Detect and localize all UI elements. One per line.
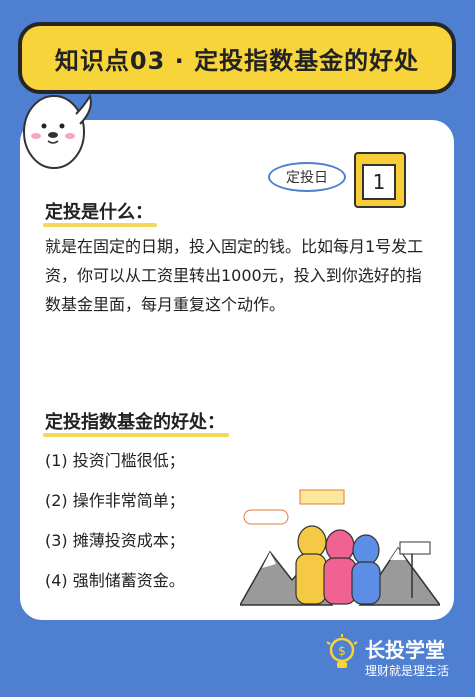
benefit-item: (1) 投资门槛很低；	[45, 451, 185, 470]
lightbulb-icon: $	[326, 634, 358, 668]
calendar-day: 1	[362, 164, 396, 200]
benefit-item: (4) 强制储蓄资金。	[45, 571, 185, 590]
brand-slogan: 理财就是理生活	[365, 664, 450, 678]
brand-name: 长投学堂	[365, 638, 445, 662]
calendar-doodle: 定投日 1	[268, 150, 418, 212]
mountain-people-illustration	[240, 489, 440, 606]
svg-text:$: $	[338, 644, 346, 658]
calendar-icon: 1	[354, 152, 406, 208]
benefit-item: (2) 操作非常简单；	[45, 491, 185, 510]
section-heading-benefits: 定投指数基金的好处：	[43, 408, 229, 437]
brand-logo: $ 长投学堂 理财就是理生活	[325, 626, 465, 686]
page-title: 知识点03 · 定投指数基金的好处	[54, 46, 420, 75]
section-heading-what: 定投是什么：	[43, 198, 157, 227]
definition-text: 就是在固定的日期，投入固定的钱。比如每月1号发工资，你可以从工资里转出1000元…	[45, 237, 424, 314]
calendar-tag: 定投日	[268, 162, 346, 192]
benefit-item: (3) 摊薄投资成本；	[45, 531, 185, 550]
seal-mascot-icon	[23, 93, 92, 169]
